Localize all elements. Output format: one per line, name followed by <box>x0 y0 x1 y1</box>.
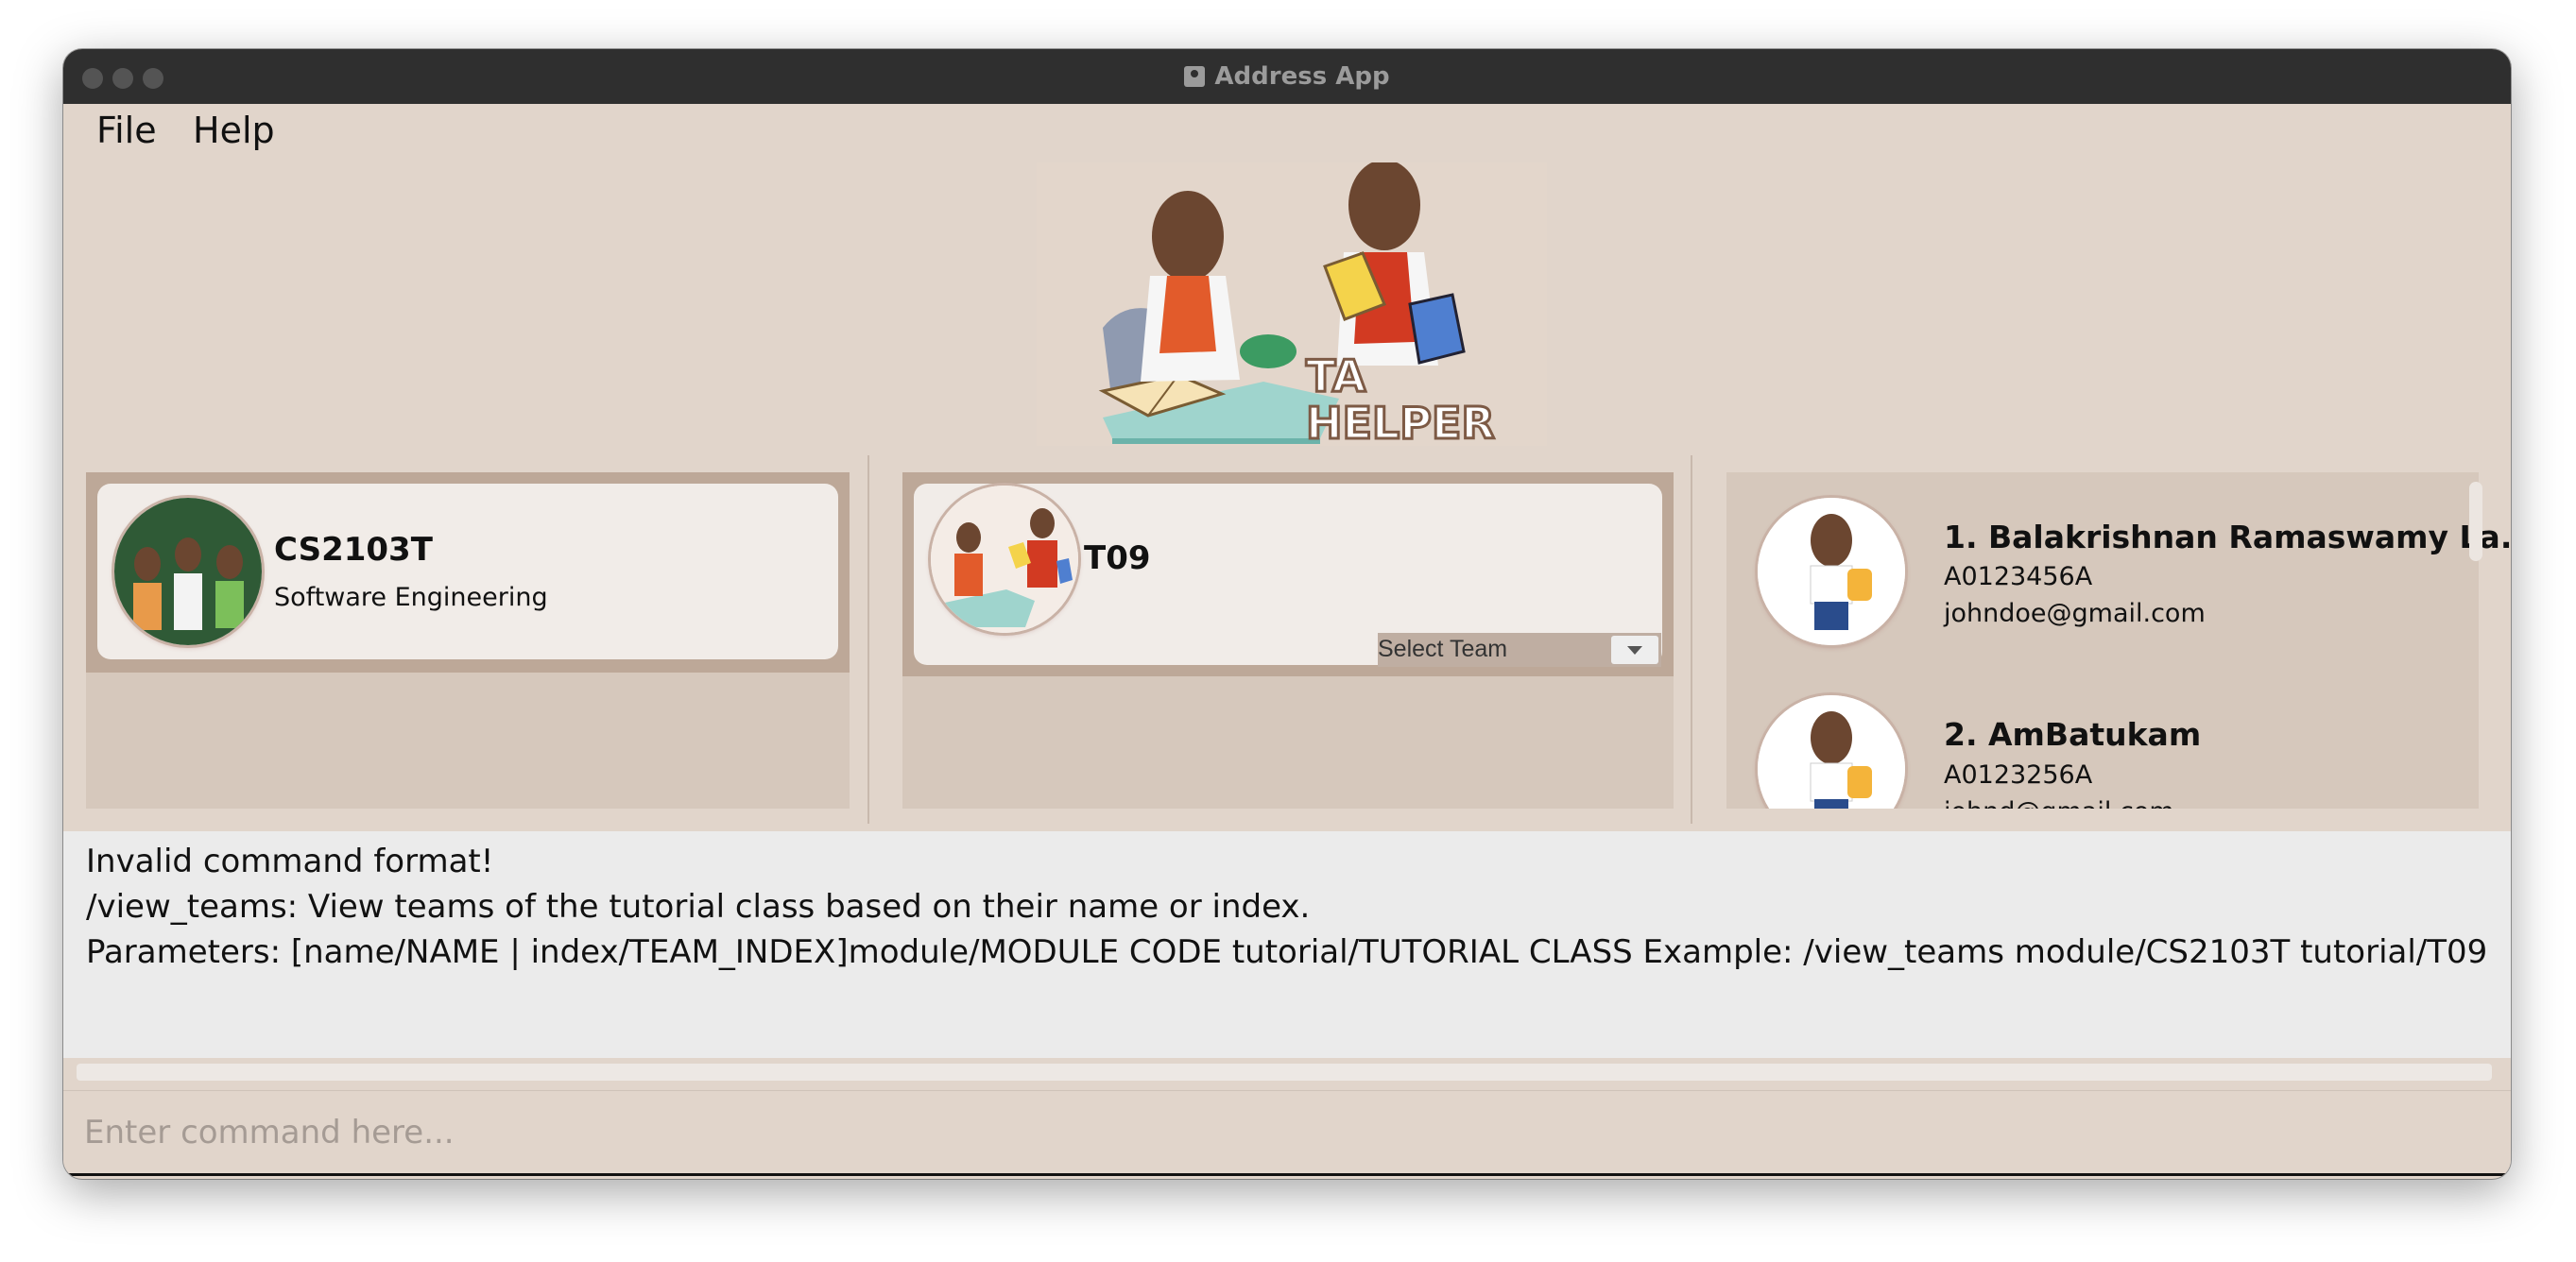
student-avatar <box>1758 695 1905 809</box>
tutorial-avatar <box>931 486 1078 633</box>
menu-help[interactable]: Help <box>193 110 275 151</box>
student-index: 2. <box>1944 716 1978 753</box>
app-window: Address App File Help TA HELPER CS2103T … <box>63 49 2511 1179</box>
command-box-border <box>63 1173 2511 1176</box>
command-box <box>63 1090 2511 1176</box>
student-id: A0123256A <box>1944 760 2093 790</box>
select-team-dropdown[interactable]: Select Team <box>1378 633 1661 667</box>
logo-text-helper: HELPER <box>1306 398 1495 446</box>
student-list-clip: 2. AmBatukam A0123256A johnd@gmail.com <box>1726 673 2479 809</box>
module-avatar <box>114 498 262 645</box>
student-email: johnd@gmail.com <box>1944 797 2174 809</box>
result-horizontal-scrollbar[interactable] <box>77 1064 2492 1081</box>
result-line-2: /view_teams: View teams of the tutorial … <box>86 888 1311 926</box>
command-input[interactable] <box>82 1108 2486 1157</box>
module-code: CS2103T <box>274 531 433 569</box>
panel-divider[interactable] <box>867 455 869 824</box>
window-title: Address App <box>63 49 2511 104</box>
student-name[interactable]: 2. AmBatukam <box>1944 716 2201 753</box>
window-title-text: Address App <box>1214 62 1390 91</box>
ta-helper-logo: TA HELPER <box>1037 160 1547 451</box>
student-index: 1. <box>1944 519 1978 555</box>
student-email: johndoe@gmail.com <box>1944 599 2206 628</box>
result-line-3: Parameters: [name/NAME | index/TEAM_INDE… <box>86 933 2488 971</box>
chevron-down-icon[interactable] <box>1611 636 1658 664</box>
select-team-label: Select Team <box>1378 636 1508 662</box>
student-name[interactable]: 1. Balakrishnan Ramaswamy La... <box>1944 519 2511 555</box>
panel-divider[interactable] <box>1691 455 1692 824</box>
student-list-scrollbar[interactable] <box>2469 482 2482 561</box>
student-name-text: Balakrishnan Ramaswamy La... <box>1988 519 2511 555</box>
student-name-text: AmBatukam <box>1988 716 2202 753</box>
menu-file[interactable]: File <box>96 110 157 151</box>
module-name: Software Engineering <box>274 583 548 612</box>
title-bar: Address App <box>63 49 2511 104</box>
result-display: Invalid command format! /view_teams: Vie… <box>63 831 2511 1058</box>
app-icon <box>1184 66 1206 87</box>
result-line-1: Invalid command format! <box>86 843 494 880</box>
student-avatar <box>1758 498 1905 645</box>
logo-text-ta: TA <box>1306 350 1366 401</box>
tutorial-name: T09 <box>1084 539 1151 577</box>
student-id: A0123456A <box>1944 562 2093 591</box>
